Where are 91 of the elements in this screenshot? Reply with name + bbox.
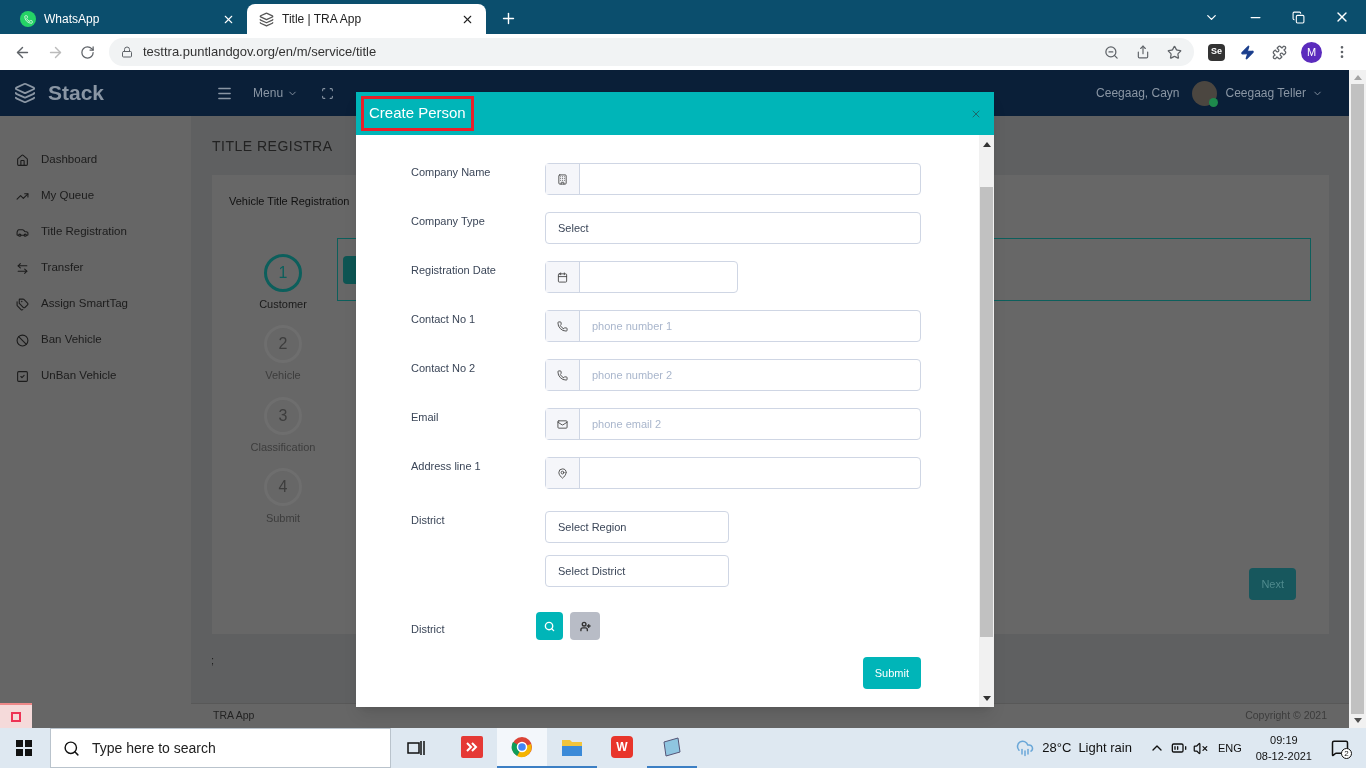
field-label: Contact No 1	[411, 312, 477, 327]
framework-logo-icon	[0, 703, 32, 728]
tab-title: WhatsApp	[44, 11, 101, 28]
mail-icon	[557, 418, 568, 430]
url-text: testtra.puntlandgov.org/en/m/service/title	[143, 43, 377, 62]
avatar[interactable]	[1192, 80, 1218, 106]
bolt-icon[interactable]	[1240, 44, 1255, 60]
input-field[interactable]	[545, 457, 921, 489]
app-icon	[461, 736, 483, 758]
brand-name: Stack	[48, 80, 105, 107]
home-icon	[16, 153, 29, 167]
input-field[interactable]: phone number 2	[545, 359, 921, 391]
add-user-icon	[579, 620, 591, 632]
text-input[interactable]: phone email 2	[580, 409, 920, 439]
battery-icon[interactable]	[1170, 740, 1187, 756]
weather-icon	[1016, 739, 1035, 757]
modal-title: Create Person	[361, 96, 474, 131]
phone-icon	[557, 320, 568, 332]
fullscreen-icon[interactable]	[321, 86, 335, 100]
input-field[interactable]: phone email 2	[545, 408, 921, 440]
card-title: Vehicle Title Registration	[229, 194, 351, 209]
scroll-down-icon[interactable]	[1353, 718, 1362, 723]
calendar-icon	[557, 271, 568, 283]
scroll-up-icon[interactable]	[982, 142, 991, 147]
input-field[interactable]	[545, 163, 921, 195]
select-field[interactable]: Select	[545, 212, 921, 244]
browser-icon	[511, 736, 533, 758]
layers-icon	[259, 11, 274, 27]
taskbar-app[interactable]: W	[597, 728, 647, 768]
task-view-icon[interactable]	[407, 740, 425, 756]
reload-icon[interactable]	[80, 44, 95, 60]
user-name: Ceegaag, Cayn	[1096, 85, 1180, 102]
windows-icon[interactable]	[16, 740, 32, 756]
folder-icon	[561, 737, 583, 757]
step-label: Customer	[259, 296, 307, 312]
ban-icon	[16, 333, 29, 347]
note-text: ;	[211, 653, 216, 668]
share-icon[interactable]	[1136, 45, 1150, 59]
notepad-icon	[661, 736, 683, 758]
field-label: Contact No 2	[411, 361, 477, 376]
text-input[interactable]: phone number 2	[580, 360, 920, 390]
input-field[interactable]: phone number 1	[545, 310, 921, 342]
lock-icon	[121, 46, 133, 58]
field-label: Company Type	[411, 214, 486, 229]
map-pin-icon	[557, 467, 568, 479]
scroll-down-icon[interactable]	[982, 696, 991, 701]
app-icon: W	[611, 736, 633, 758]
menu-dropdown[interactable]: Menu	[253, 84, 299, 102]
checkbox-icon	[16, 369, 29, 383]
page-title: TITLE REGISTRA	[212, 137, 333, 156]
star-icon[interactable]	[1167, 44, 1182, 60]
taskbar-app[interactable]	[497, 728, 547, 768]
speaker-muted-icon[interactable]	[1192, 740, 1208, 756]
chat-app-icon	[20, 11, 36, 27]
footer-text: TRA App	[213, 708, 255, 724]
browser-tab[interactable]: Title | TRA App	[247, 4, 486, 34]
language-indicator[interactable]: ENG	[1217, 739, 1242, 757]
text-input[interactable]: phone number 1	[580, 311, 920, 341]
clock[interactable]: 09:19 08-12-2021	[1255, 732, 1312, 764]
user-menu[interactable]: Ceegaag Teller	[1225, 84, 1323, 102]
search-icon	[63, 739, 80, 757]
field-label: Registration Date	[411, 263, 497, 278]
new-tab-icon[interactable]	[500, 10, 517, 27]
weather-text: Light rain	[1078, 739, 1132, 758]
search-icon	[544, 620, 555, 632]
input-field[interactable]	[545, 261, 738, 293]
puzzle-icon[interactable]	[1272, 44, 1287, 60]
tags-icon	[16, 297, 29, 311]
select-field[interactable]: Select District	[545, 555, 729, 587]
arrows-icon	[16, 261, 29, 275]
profile-avatar[interactable]: M	[1301, 41, 1322, 63]
page-scrollbar[interactable]	[1349, 70, 1366, 728]
field-label: District	[411, 622, 446, 637]
add-user-button[interactable]	[570, 612, 600, 640]
field-label: Address line 1	[411, 459, 482, 474]
tab-title: Title | TRA App	[282, 11, 363, 28]
search-field[interactable]: Type here to search	[50, 728, 391, 768]
modal-scrollbar[interactable]	[979, 135, 994, 707]
field-label: District	[411, 513, 446, 528]
building-icon	[557, 173, 568, 185]
phone-icon	[557, 369, 568, 381]
field-label: Email	[411, 410, 440, 425]
field-label: Company Name	[411, 165, 492, 180]
restore-icon[interactable]	[1292, 10, 1305, 24]
select-field[interactable]: Select Region	[545, 511, 729, 543]
temperature-text: 28°C	[1042, 739, 1072, 758]
logo-icon	[14, 82, 36, 104]
extension-icon[interactable]: Se	[1208, 43, 1225, 61]
address-bar[interactable]: testtra.puntlandgov.org/en/m/service/title	[109, 38, 1194, 66]
browser-tab[interactable]: WhatsApp	[8, 4, 247, 34]
zoom-icon[interactable]	[1104, 44, 1119, 60]
